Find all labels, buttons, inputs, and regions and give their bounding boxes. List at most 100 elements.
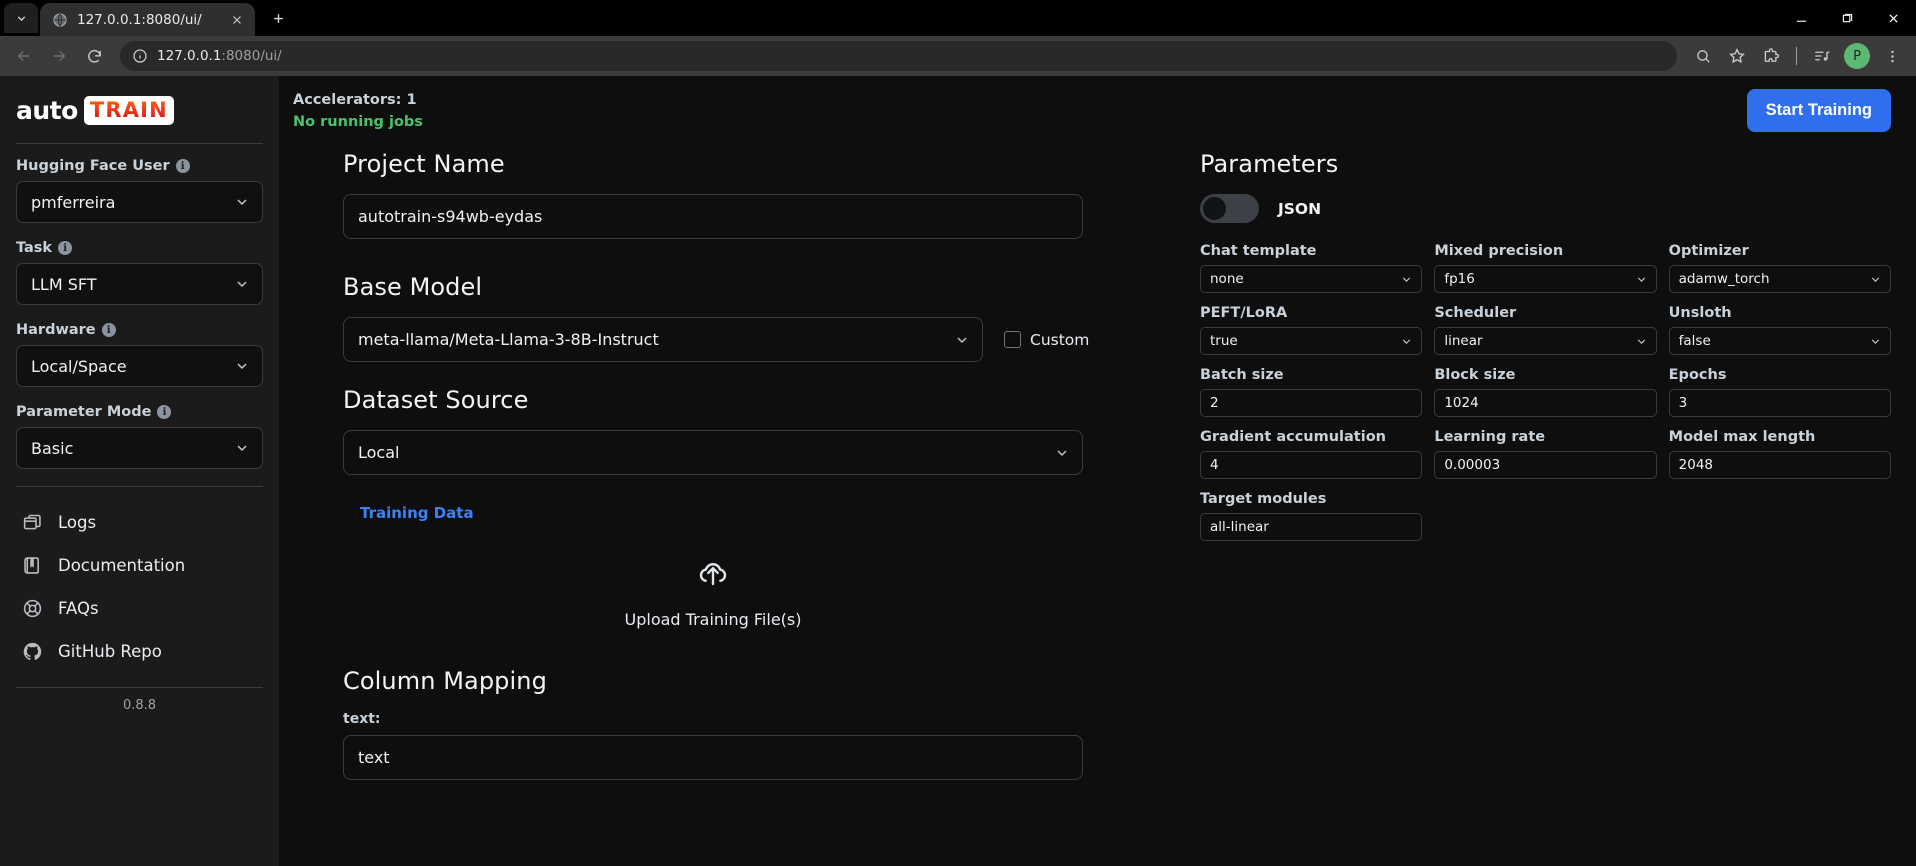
param-batch-size: Batch size	[1200, 367, 1423, 417]
info-icon[interactable]: i	[101, 323, 116, 337]
json-mode-toggle[interactable]	[1200, 194, 1259, 223]
param-mixed-precision-select[interactable]: fp16	[1434, 265, 1657, 293]
star-icon[interactable]	[1721, 40, 1753, 72]
json-toggle-row: JSON	[1200, 194, 1891, 223]
sidebar-item-github-repo[interactable]: GitHub Repo	[16, 630, 263, 673]
param-model-max-length-input[interactable]	[1668, 451, 1891, 479]
param-optimizer-select[interactable]: adamw_torch	[1668, 265, 1891, 293]
logs-window-icon	[22, 512, 43, 533]
app-version: 0.8.8	[122, 698, 157, 713]
param-value: fp16	[1444, 271, 1475, 287]
chevron-down-icon	[234, 276, 250, 292]
kebab-menu-icon[interactable]	[1876, 40, 1908, 72]
param-value: true	[1210, 333, 1238, 349]
param-block-size-input[interactable]	[1434, 389, 1657, 417]
param-epochs-input[interactable]	[1668, 389, 1891, 417]
project-name-heading: Project Name	[343, 150, 505, 178]
dataset-source-select[interactable]: Local	[343, 430, 1083, 475]
main-panels: Project Name Base Model meta-llama/Meta-…	[279, 150, 1916, 866]
zoom-magnifier-icon[interactable]	[1687, 40, 1719, 72]
param-learning-rate: Learning rate	[1434, 429, 1657, 479]
lifebuoy-icon	[22, 598, 43, 619]
address-path: :8080/ui/	[221, 48, 282, 64]
param-value: none	[1210, 271, 1244, 287]
param-peft-lora-select[interactable]: true	[1200, 327, 1423, 355]
arrow-right-icon[interactable]	[43, 40, 75, 72]
extensions-puzzle-icon[interactable]	[1755, 40, 1787, 72]
sidebar-item-label: Documentation	[58, 556, 186, 575]
status-topbar: Accelerators: 1 No running jobs Start Tr…	[279, 76, 1916, 150]
chevron-down-icon	[1869, 335, 1882, 348]
info-icon[interactable]: i	[175, 159, 190, 173]
media-list-icon[interactable]	[1806, 40, 1838, 72]
param-label: Block size	[1434, 367, 1516, 383]
close-icon[interactable]	[1870, 0, 1916, 36]
param-model-max-length: Model max length	[1668, 429, 1891, 479]
address-bar-url: 127.0.0.1:8080/ui/	[157, 48, 1669, 64]
hardware-label-text: Hardware	[16, 322, 96, 338]
book-icon	[22, 555, 43, 576]
param-label: Optimizer	[1668, 243, 1749, 259]
new-tab-button[interactable]	[263, 3, 293, 33]
close-icon[interactable]	[227, 10, 247, 30]
address-bar[interactable]: 127.0.0.1:8080/ui/	[120, 41, 1677, 71]
sidebar-item-label: Logs	[58, 513, 97, 532]
param-batch-size-input[interactable]	[1200, 389, 1423, 417]
info-icon[interactable]: i	[157, 405, 172, 419]
upload-training-files-dropzone[interactable]: Upload Training File(s)	[343, 529, 1083, 643]
project-name-input[interactable]	[343, 194, 1083, 239]
column-mapping-text-input[interactable]	[343, 735, 1083, 780]
chevron-down-icon	[1635, 335, 1648, 348]
info-circle-icon[interactable]	[131, 48, 148, 65]
param-label: Model max length	[1668, 429, 1816, 445]
parameters-heading: Parameters	[1200, 150, 1339, 178]
start-training-button[interactable]: Start Training	[1746, 89, 1891, 132]
avatar[interactable]: P	[1844, 43, 1870, 69]
param-scheduler-select[interactable]: linear	[1434, 327, 1657, 355]
param-chat-template: Chat template none	[1200, 243, 1423, 293]
param-label: Chat template	[1200, 243, 1317, 259]
sidebar-item-logs[interactable]: Logs	[16, 501, 263, 544]
browser-tab[interactable]: 127.0.0.1:8080/ui/	[40, 3, 255, 36]
param-label: Epochs	[1668, 367, 1727, 383]
sidebar-item-faqs[interactable]: FAQs	[16, 587, 263, 630]
param-gradient-accumulation: Gradient accumulation	[1200, 429, 1423, 479]
task-select[interactable]: LLM SFT	[16, 263, 263, 305]
param-chat-template-select[interactable]: none	[1200, 265, 1423, 293]
param-unsloth-select[interactable]: false	[1668, 327, 1891, 355]
base-model-heading: Base Model	[343, 273, 483, 301]
hugging-face-user-label: Hugging Face User i	[16, 158, 263, 174]
chevron-down-icon	[1635, 273, 1648, 286]
reload-icon[interactable]	[78, 40, 110, 72]
info-icon[interactable]: i	[58, 241, 73, 255]
logo-train-text: TRAIN	[89, 98, 168, 122]
param-gradient-accumulation-input[interactable]	[1200, 451, 1423, 479]
hardware-select[interactable]: Local/Space	[16, 345, 263, 387]
tab-training-data[interactable]: Training Data	[343, 497, 491, 529]
param-target-modules-input[interactable]	[1200, 513, 1423, 541]
logo-train-badge: TRAIN	[83, 96, 174, 125]
maximize-icon[interactable]	[1824, 0, 1870, 36]
column-mapping-field-label: text:	[343, 711, 381, 727]
tab-search-chevron-down-icon[interactable]	[4, 3, 38, 33]
chevron-down-icon	[234, 194, 250, 210]
param-learning-rate-input[interactable]	[1434, 451, 1657, 479]
hugging-face-user-select[interactable]: pmferreira	[16, 181, 263, 223]
hardware-label: Hardware i	[16, 322, 263, 338]
checkbox-box[interactable]	[1004, 331, 1021, 348]
parameters-column: Parameters JSON Chat template none Mixed…	[1133, 150, 1891, 866]
custom-model-label: Custom	[1030, 330, 1090, 349]
arrow-left-icon[interactable]	[8, 40, 40, 72]
base-model-row: meta-llama/Meta-Llama-3-8B-Instruct Cust…	[343, 317, 1133, 362]
sidebar-item-documentation[interactable]: Documentation	[16, 544, 263, 587]
param-scheduler: Scheduler linear	[1434, 305, 1657, 355]
param-mixed-precision: Mixed precision fp16	[1434, 243, 1657, 293]
parameter-mode-select[interactable]: Basic	[16, 427, 263, 469]
custom-model-checkbox[interactable]: Custom	[1004, 331, 1089, 349]
toolbar-divider	[1796, 47, 1797, 65]
parameters-grid: Chat template none Mixed precision fp16	[1200, 243, 1891, 553]
minimize-icon[interactable]	[1778, 0, 1824, 36]
autotrain-app: auto TRAIN Hugging Face User i pmferreir…	[0, 76, 1916, 866]
param-label: Target modules	[1200, 491, 1327, 507]
base-model-select[interactable]: meta-llama/Meta-Llama-3-8B-Instruct	[343, 317, 983, 362]
